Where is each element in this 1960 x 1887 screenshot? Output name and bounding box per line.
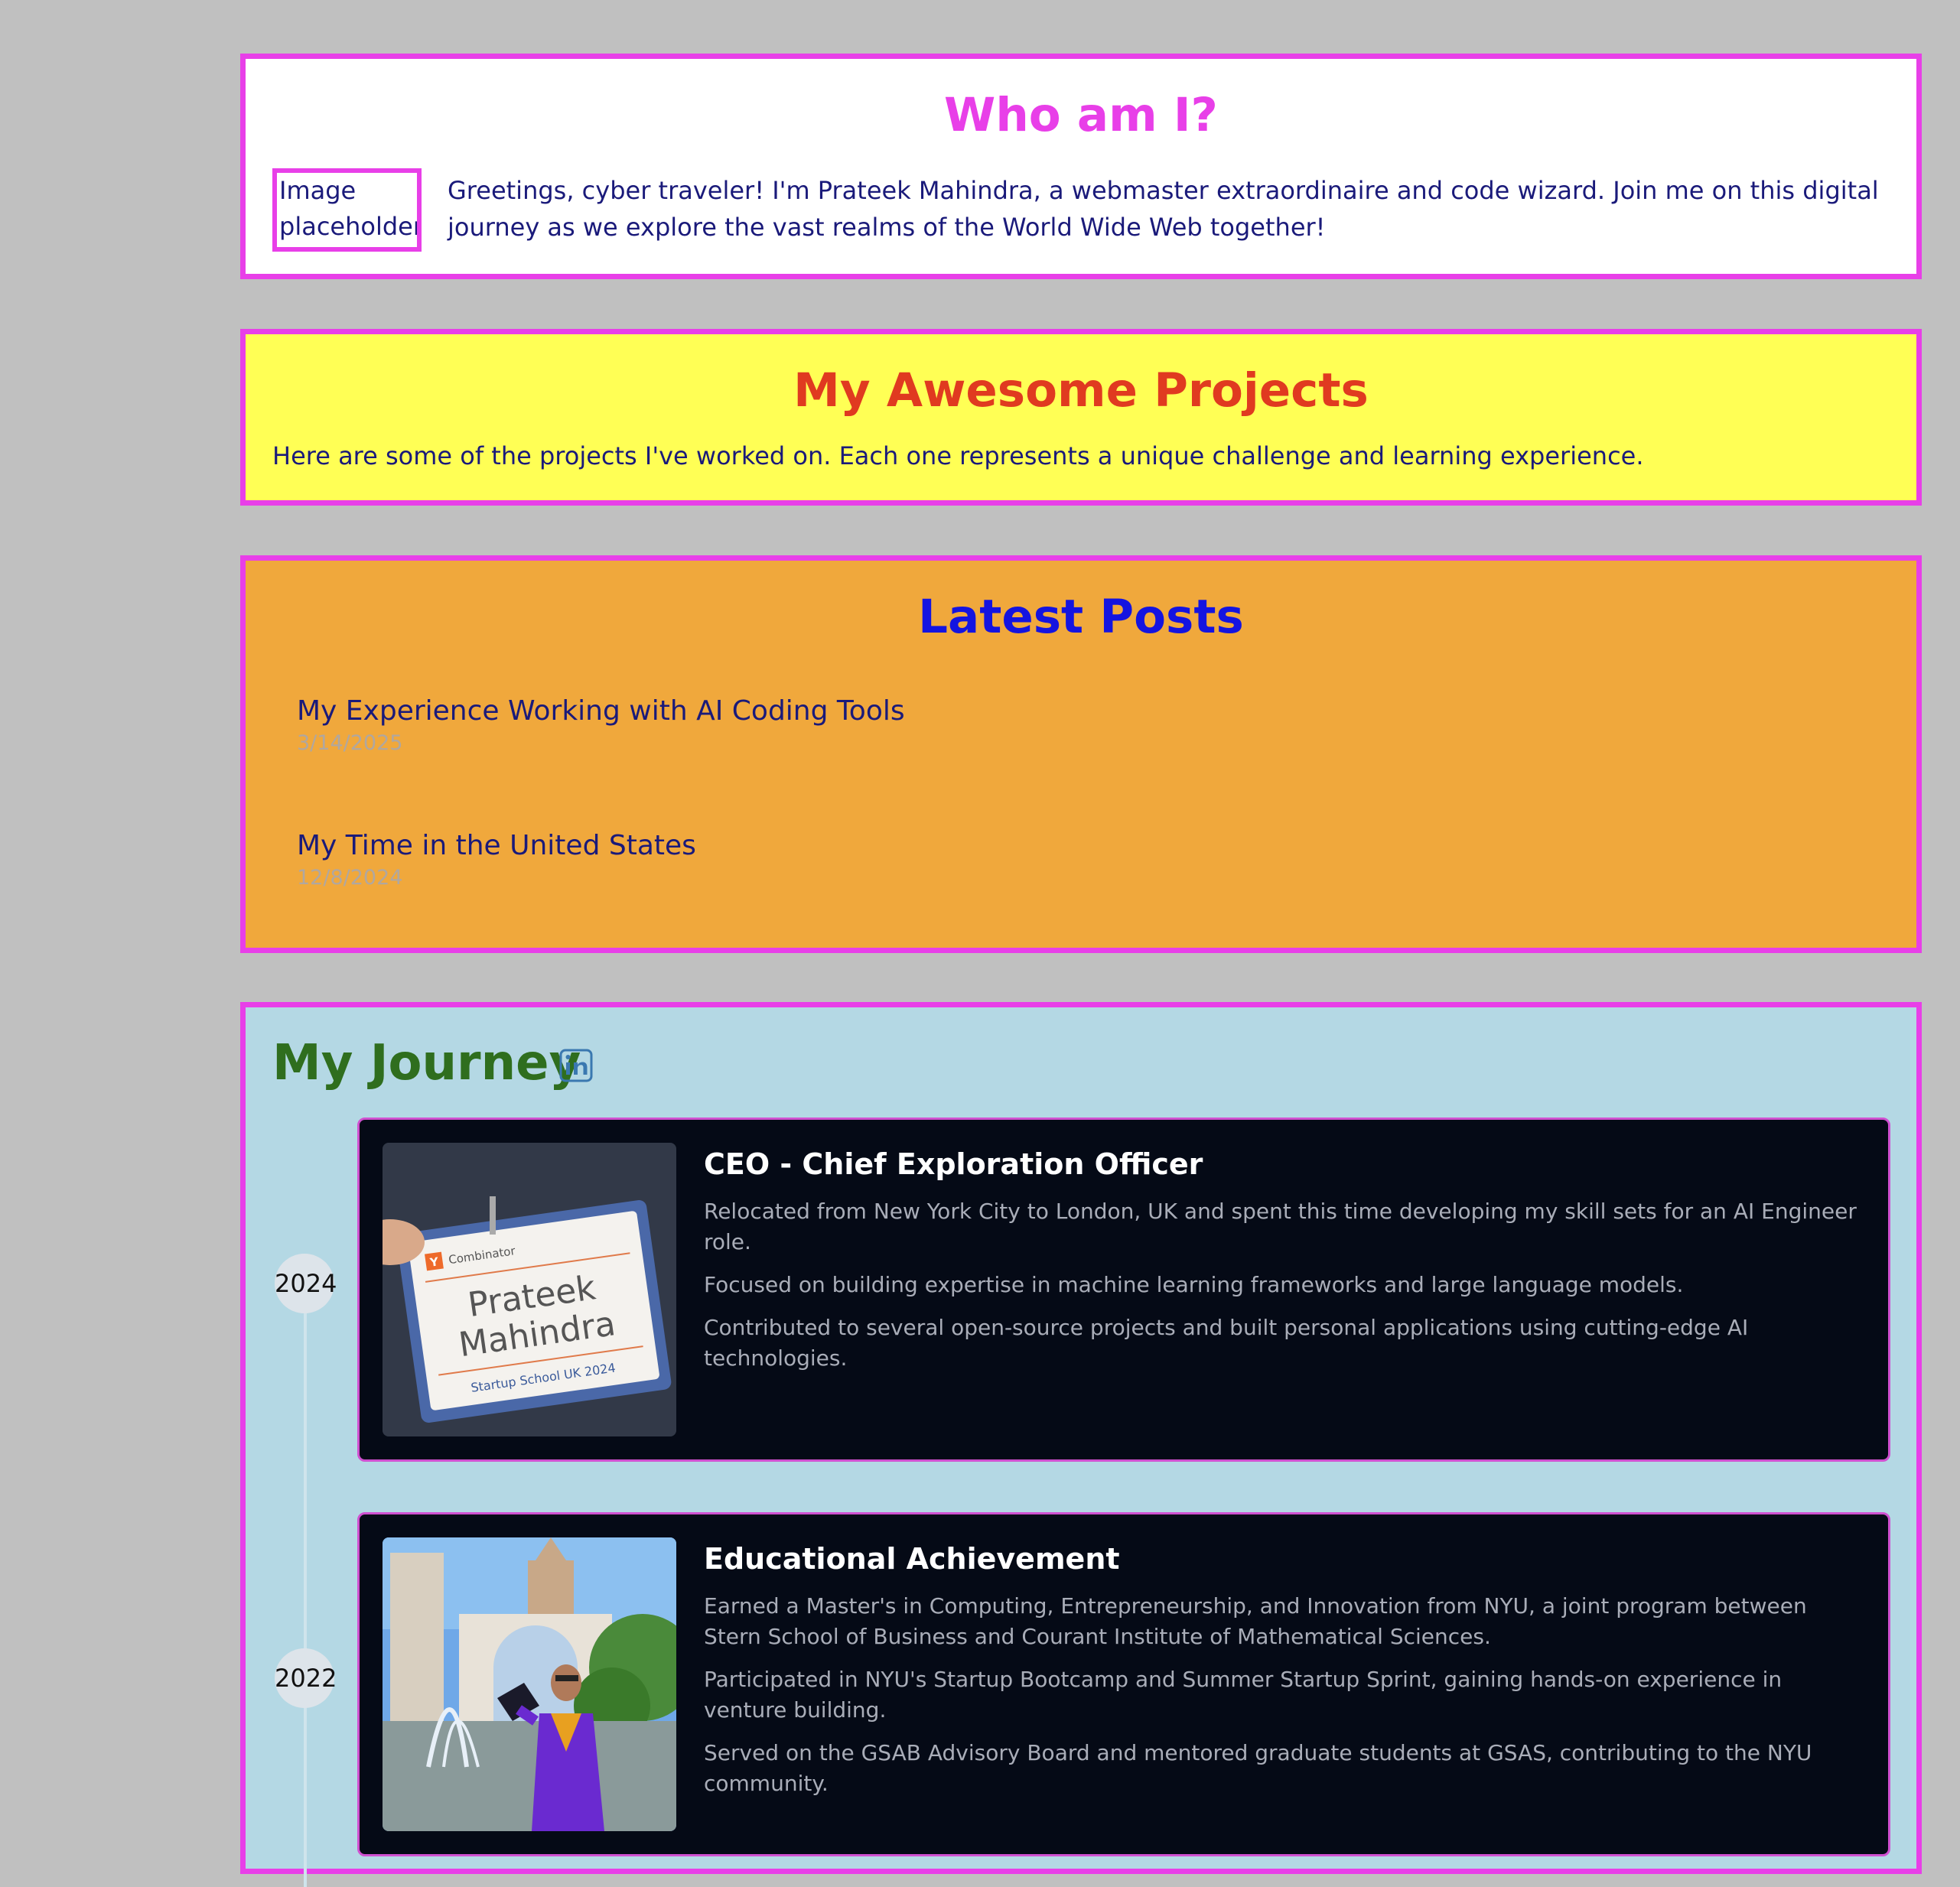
latest-posts-title: Latest Posts: [918, 590, 1244, 644]
projects-description: Here are some of the projects I've worke…: [272, 441, 1644, 470]
card-title: Educational Achievement: [704, 1542, 1120, 1576]
badge-photo: Y Combinator Prateek Mahindra Startup Sc…: [383, 1143, 676, 1436]
journey-section: My Journey 2024 Y Combinator Prateek Mah…: [240, 1002, 1922, 1887]
who-am-i-title: Who am I?: [944, 88, 1218, 142]
timeline-line: [304, 1260, 307, 1887]
post-title-link[interactable]: My Experience Working with AI Coding Too…: [297, 695, 905, 727]
card-title: CEO - Chief Exploration Officer: [704, 1147, 1203, 1181]
projects-section: My Awesome Projects Here are some of the…: [240, 329, 1922, 506]
card-detail: Earned a Master's in Computing, Entrepre…: [704, 1593, 1807, 1649]
image-placeholder: Image placeholder: [272, 168, 422, 252]
year-badge: 2022: [275, 1648, 337, 1708]
card-detail: Served on the GSAB Advisory Board and me…: [704, 1740, 1812, 1796]
card-detail: Focused on building expertise in machine…: [704, 1272, 1684, 1297]
post-item[interactable]: My Experience Working with AI Coding Too…: [297, 695, 905, 755]
journey-card: Educational Achievement Earned a Master'…: [357, 1512, 1890, 1856]
projects-title: My Awesome Projects: [793, 363, 1369, 418]
latest-posts-section: Latest Posts My Experience Working with …: [240, 555, 1922, 953]
intro-text: Greetings, cyber traveler! I'm Prateek M…: [448, 176, 1879, 242]
post-date: 12/8/2024: [297, 866, 403, 890]
card-detail: Relocated from New York City to London, …: [704, 1199, 1857, 1254]
post-title-link[interactable]: My Time in the United States: [297, 830, 696, 861]
journey-title: My Journey: [272, 1035, 581, 1092]
card-detail: Contributed to several open-source proje…: [704, 1315, 1749, 1371]
post-date: 3/14/2025: [297, 731, 403, 755]
who-am-i-section: Who am I? Image placeholder Greetings, c…: [240, 54, 1922, 279]
journey-card: Y Combinator Prateek Mahindra Startup Sc…: [357, 1118, 1890, 1462]
card-detail: Participated in NYU's Startup Bootcamp a…: [704, 1667, 1783, 1723]
post-item[interactable]: My Time in the United States 12/8/2024: [297, 830, 696, 890]
year-badge: 2024: [275, 1254, 337, 1313]
linkedin-icon[interactable]: [558, 1047, 594, 1084]
graduation-photo: [383, 1537, 676, 1831]
